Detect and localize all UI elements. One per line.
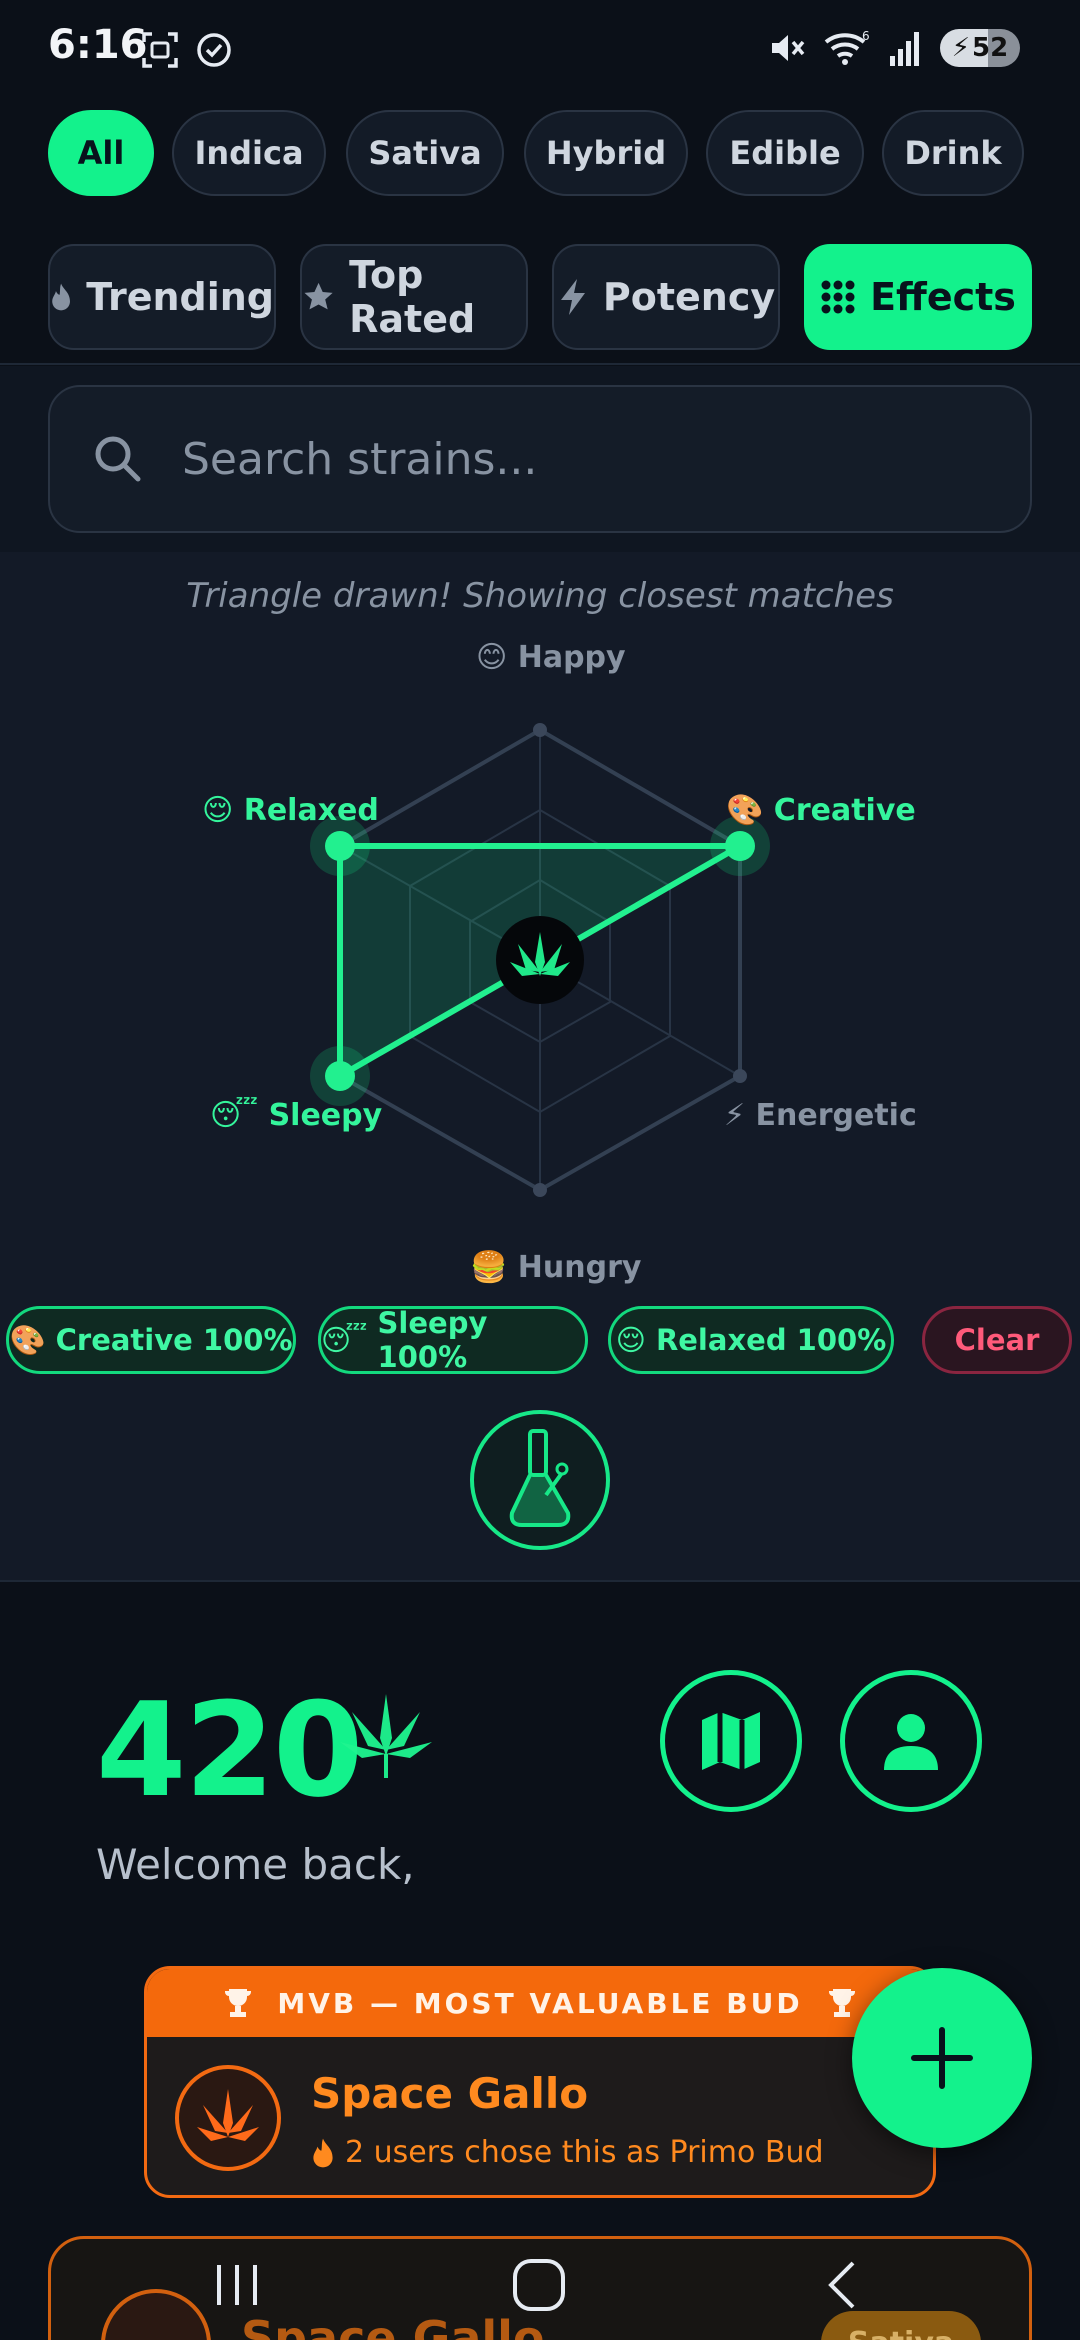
status-left-icons — [140, 30, 234, 70]
axis-energetic[interactable]: ⚡ Energetic — [724, 1098, 917, 1133]
divider — [0, 363, 1080, 365]
battery-level: 52 — [972, 33, 1009, 63]
tab-potency[interactable]: Potency — [552, 244, 780, 350]
effects-radar[interactable] — [240, 660, 840, 1260]
category-edible[interactable]: Edible — [706, 110, 864, 196]
back-icon — [828, 2261, 855, 2309]
category-label: Hybrid — [545, 134, 667, 172]
lightning-icon — [560, 279, 585, 315]
search-box[interactable] — [48, 385, 1032, 533]
effects-hint: Triangle drawn! Showing closest matches — [186, 576, 894, 616]
mvb-card[interactable]: MVB — MOST VALUABLE BUD Space Gallo 2 us… — [144, 1966, 936, 2198]
recents-button[interactable] — [192, 2240, 282, 2330]
category-label: Indica — [194, 134, 304, 172]
flame-icon — [313, 2138, 333, 2167]
search-icon — [95, 436, 141, 482]
star-icon — [304, 282, 333, 310]
clear-button[interactable]: Clear — [922, 1306, 1072, 1374]
pill-label: Sleepy 100% — [377, 1306, 488, 1374]
signal-icon — [890, 32, 919, 66]
profile-button[interactable] — [840, 1670, 982, 1812]
mvb-subtitle: 2 users chose this as Primo Bud — [311, 2135, 824, 2170]
relieved-face-icon: 😌 — [615, 1323, 646, 1357]
plus-icon — [911, 2027, 973, 2089]
category-label: Edible — [729, 134, 841, 172]
category-label: All — [77, 134, 125, 172]
axis-sleepy[interactable]: 😴 Sleepy — [210, 1098, 382, 1133]
battery-bolt-icon: ⚡ — [951, 33, 971, 63]
welcome-text: Welcome back, — [96, 1840, 415, 1889]
mvb-strain-name: Space Gallo — [311, 2069, 589, 2118]
axis-happy[interactable]: 😊 Happy — [476, 640, 626, 675]
bong-icon — [509, 1429, 571, 1527]
home-button[interactable] — [494, 2240, 584, 2330]
mvb-subtitle-text: 2 users chose this as Primo Bud — [345, 2135, 824, 2170]
tab-label: Trending — [86, 275, 274, 319]
screenshot-icon — [142, 32, 178, 68]
category-hybrid[interactable]: Hybrid — [524, 110, 688, 196]
axis-creative[interactable]: 🎨 Creative — [726, 793, 916, 828]
mute-icon — [772, 35, 805, 61]
wifi-badge: 6 — [862, 29, 870, 43]
palette-icon: 🎨 — [9, 1322, 46, 1357]
radar-vertex-hungry[interactable] — [533, 1183, 547, 1197]
recents-icon — [217, 2265, 257, 2305]
axis-hungry[interactable]: 🍔 Hungry — [470, 1250, 641, 1285]
tab-trending[interactable]: Trending — [48, 244, 276, 350]
trophy-icon — [828, 1989, 855, 2017]
status-right: 6 ⚡ 52 — [766, 28, 1020, 68]
wifi-icon: 6 — [824, 29, 870, 65]
user-icon — [884, 1714, 938, 1770]
battery-indicator: ⚡ 52 — [940, 29, 1020, 67]
points-count: 420 — [96, 1674, 363, 1826]
status-bar: 6:16 6 ⚡ 52 — [0, 0, 1080, 100]
category-all[interactable]: All — [48, 110, 154, 196]
radar-vertex-relaxed[interactable] — [325, 831, 355, 861]
check-circle-icon — [197, 33, 231, 67]
tab-label: Potency — [602, 275, 776, 319]
tab-effects[interactable]: Effects — [804, 244, 1032, 350]
trophy-icon — [225, 1989, 252, 2017]
system-nav-bar — [0, 2230, 1080, 2340]
sleepy-face-icon: 😴 — [321, 1323, 368, 1357]
radar-vertex-happy[interactable] — [533, 723, 547, 737]
grid-icon — [821, 280, 855, 314]
add-button[interactable] — [852, 1968, 1032, 2148]
home-icon — [513, 2259, 565, 2311]
flame-icon — [52, 283, 70, 311]
radar-vertex-sleepy[interactable] — [325, 1061, 355, 1091]
pill-label: Creative 100% — [55, 1323, 293, 1357]
cannabis-leaf-icon — [340, 1694, 432, 1778]
category-drink[interactable]: Drink — [882, 110, 1024, 196]
status-time: 6:16 — [48, 22, 148, 68]
tab-top-rated[interactable]: Top Rated — [300, 244, 528, 350]
divider — [0, 1580, 1080, 1582]
effect-pill-creative[interactable]: 🎨 Creative 100% — [6, 1306, 296, 1374]
axis-relaxed[interactable]: 😌 Relaxed — [202, 793, 379, 828]
strain-image — [197, 2089, 259, 2141]
tab-label: Effects — [870, 275, 1016, 319]
strain-avatar — [175, 2065, 281, 2171]
pill-label: Relaxed 100% — [655, 1323, 887, 1357]
radar-vertex-creative[interactable] — [725, 831, 755, 861]
clear-label: Clear — [954, 1323, 1040, 1357]
bong-button[interactable] — [470, 1410, 610, 1550]
category-indica[interactable]: Indica — [172, 110, 326, 196]
category-sativa[interactable]: Sativa — [346, 110, 504, 196]
map-icon — [702, 1712, 760, 1770]
back-button[interactable] — [798, 2240, 888, 2330]
effect-pill-relaxed[interactable]: 😌 Relaxed 100% — [608, 1306, 894, 1374]
mvb-title: MVB — MOST VALUABLE BUD — [277, 1986, 803, 2020]
category-label: Sativa — [368, 134, 482, 172]
search-input[interactable] — [182, 433, 1002, 485]
category-label: Drink — [904, 134, 1002, 172]
map-button[interactable] — [660, 1670, 802, 1812]
radar-vertex-energetic[interactable] — [733, 1069, 747, 1083]
mvb-header: MVB — MOST VALUABLE BUD — [147, 1969, 933, 2037]
tab-label: Top Rated — [349, 253, 476, 341]
effect-pill-sleepy[interactable]: 😴 Sleepy 100% — [318, 1306, 588, 1374]
